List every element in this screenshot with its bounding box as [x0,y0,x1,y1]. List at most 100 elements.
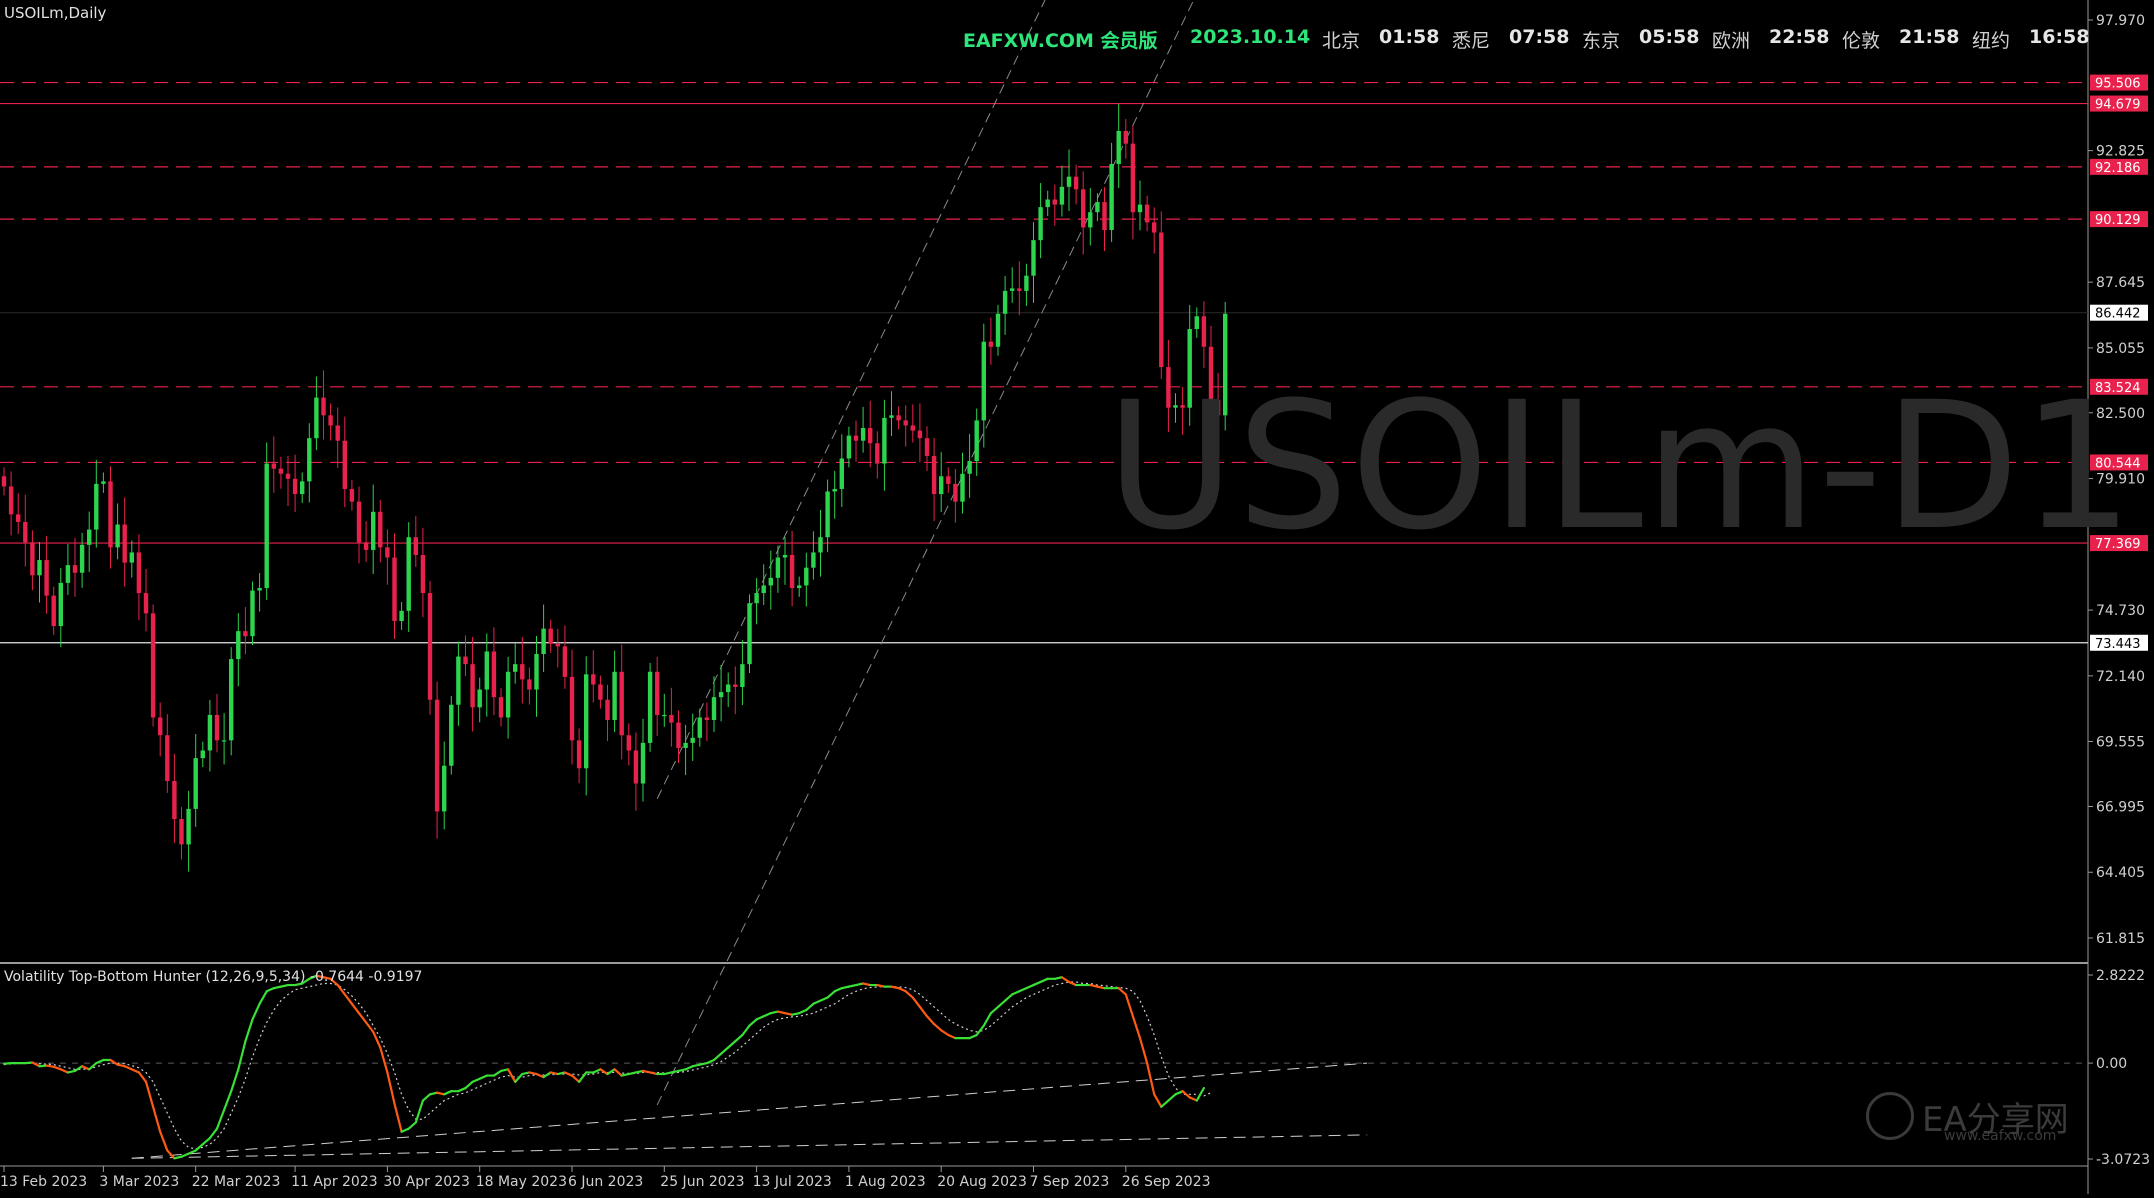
candle-body [981,341,986,421]
indicator-main-segment [1181,1090,1191,1099]
candle-body [1159,232,1164,368]
brand-label: EAFXW.COM 会员版 [963,30,1158,52]
candle-body [860,428,866,441]
candle-body [1201,316,1207,347]
candle-body [662,714,667,717]
indicator-main-segment [357,1012,368,1024]
chart-window[interactable]: 97.970 92.825 87.645 85.055 82.500 79.910 74.7… [0,0,2154,1194]
indicator-main-segment [73,1065,84,1073]
candle-body [988,341,994,347]
candle-body [484,651,489,690]
price-tick-label: 85.055 [2096,341,2145,357]
candle-body [122,524,127,563]
indicator-main-segment [1032,980,1042,987]
candle-body [385,547,390,558]
indicator-main-segment [514,1072,524,1083]
candle-body [16,514,21,522]
indicator-main-segment [684,1065,694,1071]
candle-body [8,486,14,515]
candle-body [115,524,120,548]
indicator-main-segment [819,996,829,1002]
candle-body [72,565,78,573]
candle-body [207,714,213,751]
indicator-main-segment [201,1136,211,1146]
candle-body [442,765,447,812]
indicator-main-segment [258,990,268,1005]
candle-body [449,704,454,766]
candle-body [690,737,695,743]
candle-body [335,425,340,441]
indicator-main-segment [833,987,843,993]
candle-body [300,481,305,495]
candle-body [463,656,468,665]
candle-body [939,476,944,495]
time-tick-label: 6 Jun 2023 [568,1174,643,1190]
candle-body [143,593,149,614]
indicator-main-segment [1188,1096,1198,1102]
indicator-main-segment [1018,987,1028,993]
indicator-main-segment [762,1012,772,1018]
candle-body [434,699,440,812]
candle-body [704,717,710,721]
indicator-main-segment [350,1002,361,1015]
price-level-value: 94.679 [2095,98,2141,113]
candle-body [825,491,830,538]
candle-body [1052,199,1057,205]
chart-canvas[interactable]: 97.97092.82587.64585.05582.50079.91074.7… [0,0,2154,1194]
candle-body [1116,130,1121,164]
candle-body [619,671,624,736]
horizontal-line-value: 73.443 [2095,637,2141,652]
logo-icon [1866,1092,1914,1140]
indicator-main-segment [407,1121,417,1130]
indicator-main-segment [386,1071,396,1105]
logo-url: www.eafxw.com [1944,1128,2057,1144]
candle-body [541,628,546,655]
candle-body [960,473,965,502]
candle-body [612,671,617,721]
clock-city-europe: 欧洲 [1712,30,1751,52]
candle-body [456,656,461,705]
indicator-main-segment [464,1080,474,1090]
candle-body [392,557,397,621]
time-tick-label: 25 Jun 2023 [660,1174,744,1190]
candle-body [307,438,312,482]
indicator-main-segment [1174,1090,1184,1096]
indicator-main-segment [1124,993,1135,1018]
indicator-main-segment [1117,987,1127,996]
candle-body [378,511,383,548]
indicator-main-segment [223,1090,233,1112]
candle-body [371,511,376,550]
indicator-main-segment [414,1099,424,1124]
candle-body [1144,204,1150,223]
candle-body [23,521,28,543]
indicator-main-segment [727,1040,737,1049]
candle-body [179,819,184,845]
indicator-main-segment [144,1080,155,1108]
indicator-main-segment [606,1068,616,1076]
candle-body [569,676,575,741]
candle-body [87,529,92,545]
candle-body [562,646,568,677]
indicator-main-segment [968,1033,978,1040]
candle-body [243,631,248,637]
indicator-main-segment [95,1058,105,1065]
candle-body [321,397,326,416]
indicator-main-segment [109,1058,119,1066]
candle-body [292,478,298,495]
indicator-main-segment [159,1130,169,1152]
time-tick-label: 26 Sep 2023 [1122,1174,1211,1190]
candle-body [1031,240,1036,276]
indicator-main-segment [1025,983,1035,990]
time-tick-label: 7 Sep 2023 [1030,1174,1110,1190]
candle-body [406,537,411,611]
candle-body [527,679,532,690]
candle-body [924,438,930,456]
indicator-main-segment [613,1068,623,1077]
candle-body [782,554,788,558]
clock-time-europe: 22:58 [1769,26,1830,48]
indicator-main-segment [577,1071,588,1083]
indicator-main-segment [989,1005,1000,1015]
candle-body [655,671,660,715]
candle-body [314,397,319,439]
candle-body [1017,288,1022,291]
